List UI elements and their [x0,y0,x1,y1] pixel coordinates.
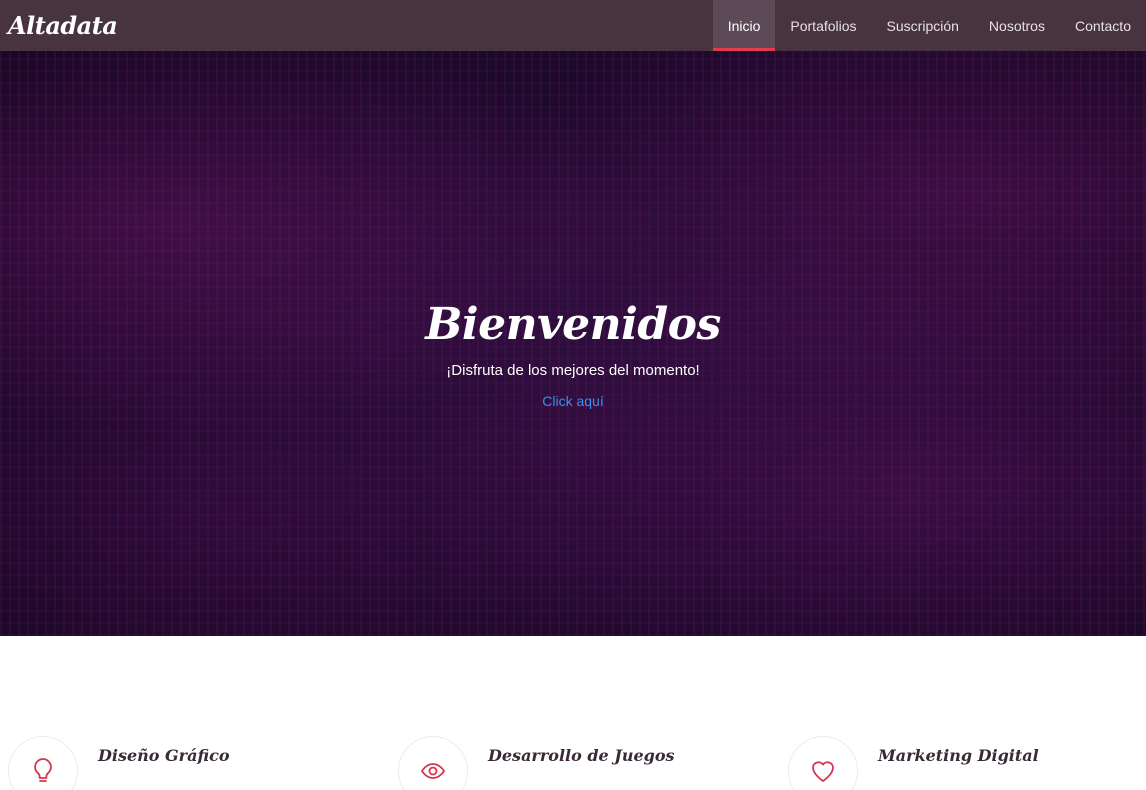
service-item[interactable]: Diseño Gráfico [8,736,230,790]
nav-item-suscripcion[interactable]: Suscripción [872,0,974,51]
hero-subtitle: ¡Disfruta de los mejores del momento! [446,362,700,379]
heart-icon [812,761,834,782]
services-section: Diseño Gráfico Desarrollo de Juegos Mark… [0,636,1146,790]
hero-section: Bienvenidos ¡Disfruta de los mejores del… [0,51,1146,636]
service-title: Marketing Digital [878,746,1039,765]
service-icon-circle [8,736,78,790]
hero-content: Bienvenidos ¡Disfruta de los mejores del… [0,299,1146,411]
hero-title: Bienvenidos [425,299,721,350]
service-title: Diseño Gráfico [98,746,230,765]
service-item[interactable]: Marketing Digital [788,736,1039,790]
service-title: Desarrollo de Juegos [488,746,675,765]
service-icon-circle [398,736,468,790]
nav-item-inicio[interactable]: Inicio [712,0,776,51]
service-item[interactable]: Desarrollo de Juegos [398,736,675,790]
eye-icon [421,763,445,779]
lightbulb-icon [34,758,52,782]
brand-logo[interactable]: Altadata [0,11,118,40]
nav-item-contacto[interactable]: Contacto [1060,0,1146,51]
nav-menu: Inicio Portafolios Suscripción Nosotros … [712,0,1146,51]
nav-item-portafolios[interactable]: Portafolios [775,0,871,51]
navbar: Altadata Inicio Portafolios Suscripción … [0,0,1146,51]
service-icon-circle [788,736,858,790]
hero-cta-link[interactable]: Click aquí [542,393,603,409]
nav-item-nosotros[interactable]: Nosotros [974,0,1060,51]
